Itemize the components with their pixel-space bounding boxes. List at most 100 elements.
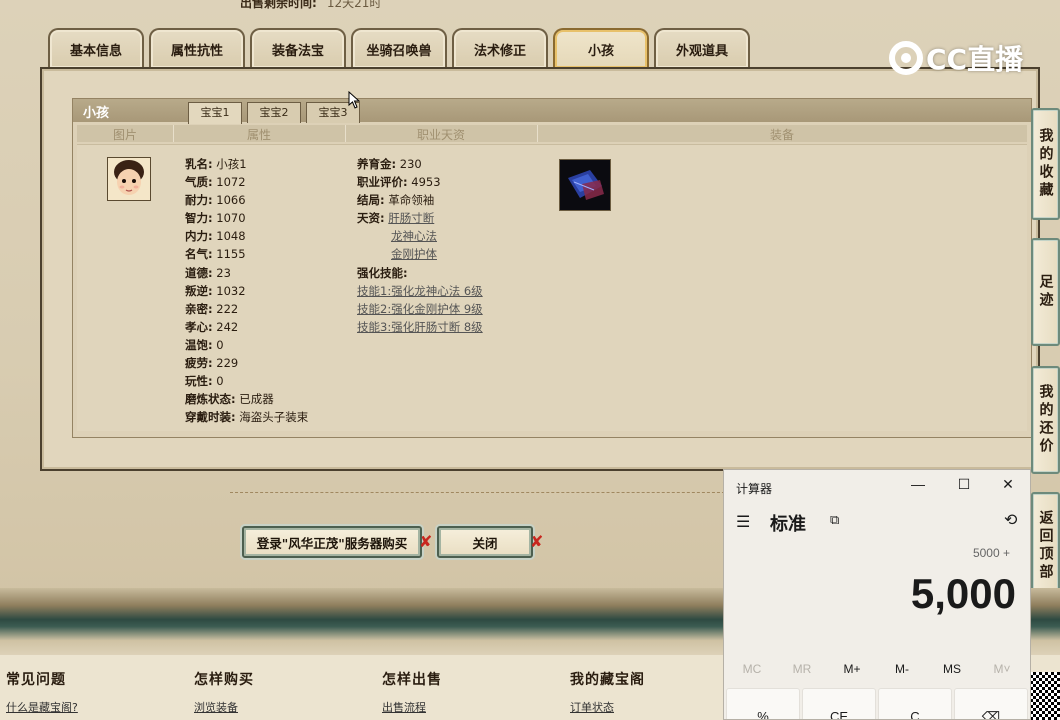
- calculator-expression: 5000 +: [972, 546, 1010, 560]
- equipment-item-icon: [560, 160, 610, 210]
- skill-row: 技能3:强化肝肠寸断 8级: [357, 318, 483, 336]
- close-button[interactable]: 关闭: [437, 526, 533, 558]
- career-row: 养育金: 230: [357, 157, 422, 171]
- close-x-icon: ✘: [530, 532, 544, 551]
- attr-row: 孝心: 242: [185, 319, 239, 334]
- skill-row: 技能1:强化龙神心法 6级: [357, 282, 483, 300]
- talent-link[interactable]: 肝肠寸断: [388, 211, 434, 225]
- col-attributes: 属性: [246, 128, 271, 142]
- subtab-baby-1[interactable]: 宝宝1: [188, 102, 242, 124]
- side-my-favorites-button[interactable]: 我的收藏: [1031, 108, 1060, 220]
- career-talents: 养育金: 230 职业评价: 4953 结局: 革命领袖 天资: 肝肠寸断 龙神…: [357, 155, 483, 336]
- tab-equipment[interactable]: 装备法宝: [250, 28, 346, 68]
- calculator-display: 5,000: [910, 570, 1016, 617]
- subtab-baby-2[interactable]: 宝宝2: [247, 102, 301, 123]
- close-x-icon: ✘: [419, 532, 433, 551]
- child-content: 乳名: 小孩1 气质: 1072 耐力: 1066 智力: 1070 内力: 1…: [77, 144, 1027, 431]
- child-info-panel: 小孩 宝宝1 宝宝2 宝宝3 图片 属性 职业天资 装备 乳名: 小孩1 气质:…: [72, 98, 1032, 438]
- close-icon[interactable]: ✕: [998, 476, 1018, 493]
- footer-col-buy: 怎样购买 浏览装备: [194, 669, 254, 715]
- attr-row: 亲密: 222: [185, 301, 239, 316]
- attr-row: 乳名: 小孩1: [185, 157, 247, 171]
- child-panel-title: 小孩: [83, 106, 110, 121]
- footer-link[interactable]: 出售流程: [382, 699, 442, 715]
- backspace-key[interactable]: ⌫: [954, 688, 1028, 719]
- tab-basic-info[interactable]: 基本信息: [48, 28, 144, 68]
- child-attributes: 乳名: 小孩1 气质: 1072 耐力: 1066 智力: 1070 内力: 1…: [185, 155, 308, 426]
- footer-heading: 怎样购买: [194, 672, 254, 688]
- attr-row: 玩性: 0: [185, 374, 224, 389]
- tab-children[interactable]: 小孩: [553, 28, 649, 68]
- maximize-icon[interactable]: ☐: [954, 476, 974, 493]
- footer-link[interactable]: 什么是藏宝阁?: [6, 699, 78, 715]
- attr-row: 道德: 23: [185, 265, 231, 280]
- memory-store-button[interactable]: MS: [927, 662, 977, 676]
- calculator-mode: 标准: [770, 514, 806, 534]
- attr-row: 耐力: 1066: [185, 193, 246, 208]
- col-image: 图片: [112, 128, 137, 142]
- attr-row: 穿戴时装: 海盗头子装束: [185, 410, 309, 425]
- skill-row: 技能2:强化金刚护体 9级: [357, 300, 483, 318]
- side-history-button[interactable]: 足迹: [1031, 238, 1060, 346]
- attr-row: 磨炼状态: 已成器: [185, 392, 274, 407]
- footer-link[interactable]: 浏览装备: [194, 699, 254, 715]
- attr-row: 智力: 1070: [185, 211, 246, 226]
- career-row: 职业评价: 4953: [357, 175, 441, 190]
- footer-heading: 怎样出售: [382, 672, 442, 688]
- menu-icon[interactable]: ☰: [736, 512, 750, 532]
- qr-code-image: [1030, 672, 1060, 720]
- equipment-slot[interactable]: [559, 159, 611, 211]
- attr-row: 叛逆: 1032: [185, 283, 246, 298]
- child-portrait: [107, 157, 151, 201]
- skills-heading: 强化技能:: [357, 265, 408, 280]
- cc-logo-icon: [889, 41, 923, 75]
- memory-recall-button[interactable]: MR: [777, 662, 827, 676]
- side-my-bargain-button[interactable]: 我的还价: [1031, 366, 1060, 474]
- col-career: 职业天资: [416, 128, 465, 142]
- attr-row: 疲劳: 229: [185, 356, 239, 371]
- column-headers: 图片 属性 职业天资 装备: [77, 125, 1027, 142]
- skill-link[interactable]: 技能3:强化肝肠寸断 8级: [357, 320, 483, 334]
- child-panel-header: 小孩 宝宝1 宝宝2 宝宝3: [73, 99, 1031, 124]
- calculator-title: 计算器: [736, 482, 773, 496]
- calculator-window: 计算器 — ☐ ✕ ☰ 标准 ⧉ ⟲ 5000 + 5,000 MC MR M+…: [723, 469, 1031, 720]
- footer-col-my-treasure: 我的藏宝阁 订单状态: [570, 669, 645, 715]
- attr-row: 温饱: 0: [185, 337, 224, 352]
- footer-heading: 我的藏宝阁: [570, 672, 645, 688]
- career-row: 结局: 革命领袖: [357, 193, 435, 208]
- clear-entry-key[interactable]: CE: [802, 688, 876, 719]
- history-icon[interactable]: ⟲: [1004, 510, 1017, 530]
- attr-row: 气质: 1072: [185, 175, 246, 190]
- skill-link[interactable]: 技能1:强化龙神心法 6级: [357, 284, 483, 298]
- tab-attributes[interactable]: 属性抗性: [149, 28, 245, 68]
- cc-live-logo: CC直播: [888, 38, 1028, 78]
- tab-mounts[interactable]: 坐骑召唤兽: [351, 28, 447, 68]
- tab-appearance[interactable]: 外观道具: [654, 28, 750, 68]
- attr-row: 名气: 1155: [185, 247, 246, 262]
- memory-list-button[interactable]: M˅: [977, 662, 1027, 676]
- footer-col-faq: 常见问题 什么是藏宝阁?: [6, 669, 78, 715]
- talent-link[interactable]: 金刚护体: [391, 247, 437, 261]
- percent-key[interactable]: %: [726, 688, 800, 719]
- talent-row: 天资: 肝肠寸断: [357, 211, 435, 226]
- mouse-cursor-icon: [348, 91, 360, 109]
- divider-dashed: [230, 492, 730, 493]
- col-equipment: 装备: [769, 128, 794, 142]
- keep-on-top-icon[interactable]: ⧉: [830, 512, 839, 528]
- sale-remaining-time: 出售剩余时间: 12天21时: [240, 0, 382, 10]
- login-buy-button[interactable]: 登录"风华正茂"服务器购买: [242, 526, 422, 558]
- footer-link[interactable]: 订单状态: [570, 699, 645, 715]
- footer-col-sell: 怎样出售 出售流程: [382, 669, 442, 715]
- minimize-icon[interactable]: —: [908, 476, 928, 492]
- memory-subtract-button[interactable]: M-: [877, 662, 927, 676]
- footer-heading: 常见问题: [6, 672, 66, 688]
- calculator-keypad: % CE C ⌫: [726, 688, 1030, 719]
- clear-key[interactable]: C: [878, 688, 952, 719]
- talent-row: 金刚护体: [357, 245, 483, 263]
- talent-link[interactable]: 龙神心法: [391, 229, 437, 243]
- memory-clear-button[interactable]: MC: [727, 662, 777, 676]
- tab-spell-correction[interactable]: 法术修正: [452, 28, 548, 68]
- skill-link[interactable]: 技能2:强化金刚护体 9级: [357, 302, 483, 316]
- memory-add-button[interactable]: M+: [827, 662, 877, 676]
- side-back-to-top-button[interactable]: 返回顶部: [1031, 492, 1060, 600]
